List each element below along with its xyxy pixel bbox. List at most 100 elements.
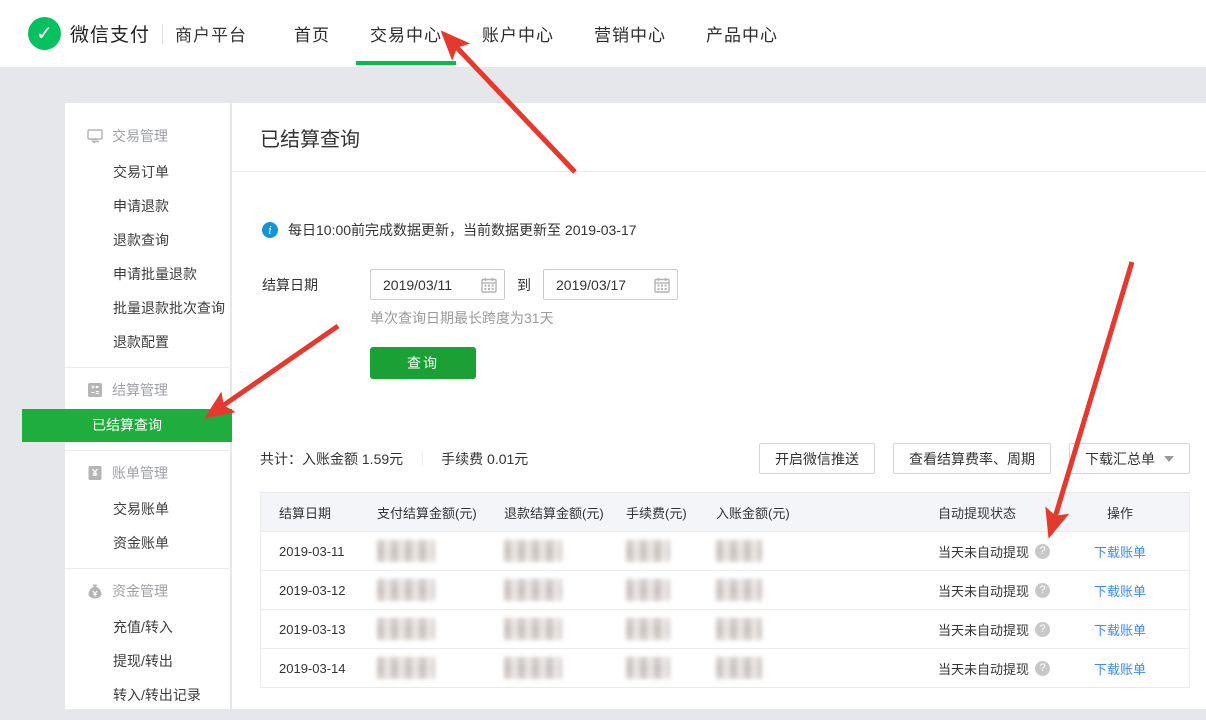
redacted-value — [626, 618, 670, 640]
masked-amount-cell — [504, 657, 626, 679]
settlement-date-cell: 2019-03-11 — [261, 544, 377, 559]
summary-prefix: 共计： — [260, 449, 302, 469]
to-label: 到 — [517, 275, 531, 295]
column-header: 入账金额(元) — [716, 503, 926, 522]
action-cell: 下载账单 — [1051, 542, 1189, 561]
settlement-icon — [87, 382, 103, 398]
action-button-label: 查看结算费率、周期 — [909, 449, 1035, 469]
column-header: 手续费(元) — [626, 503, 716, 522]
help-icon[interactable]: ? — [1035, 544, 1050, 559]
redacted-value — [626, 579, 670, 601]
download-summary-button[interactable]: 下载汇总单 — [1069, 443, 1190, 474]
table-row: 2019-03-13当天未自动提现?下载账单 — [261, 609, 1189, 648]
nav-item-marketing-center[interactable]: 营销中心 — [580, 0, 680, 67]
sidebar: 交易管理交易订单申请退款退款查询申请批量退款批量退款批次查询退款配置结算管理已结… — [65, 103, 230, 709]
sidebar-item-apply-refund[interactable]: 申请退款 — [65, 189, 230, 223]
info-icon: i — [262, 222, 278, 238]
download-bill-link[interactable]: 下载账单 — [1094, 581, 1146, 600]
masked-amount-cell — [716, 618, 926, 640]
date-from-field[interactable] — [370, 269, 505, 300]
title-row: 已结算查询 — [232, 103, 1206, 172]
page-title: 已结算查询 — [260, 123, 360, 152]
sidebar-group-header: 资金管理 — [65, 572, 230, 610]
sidebar-item-transaction-orders[interactable]: 交易订单 — [65, 155, 230, 189]
sidebar-item-recharge-transfer-in[interactable]: 充值/转入 — [65, 610, 230, 644]
sidebar-item-settled-query[interactable]: 已结算查询 — [22, 409, 232, 442]
help-icon[interactable]: ? — [1035, 661, 1050, 676]
logo-divider — [162, 24, 163, 44]
main-panel: 已结算查询 i 每日10:00前完成数据更新，当前数据更新至 2019-03-1… — [232, 103, 1206, 709]
settled-table: 结算日期支付结算金额(元)退款结算金额(元)手续费(元)入账金额(元)自动提现状… — [260, 492, 1190, 688]
action-cell: 下载账单 — [1051, 659, 1189, 678]
masked-amount-cell — [716, 657, 926, 679]
settlement-date-cell: 2019-03-14 — [261, 661, 377, 676]
view-settlement-rates-button[interactable]: 查看结算费率、周期 — [893, 443, 1051, 474]
download-bill-link[interactable]: 下载账单 — [1094, 620, 1146, 639]
sidebar-item-transaction-bill[interactable]: 交易账单 — [65, 492, 230, 526]
calendar-icon[interactable] — [481, 277, 497, 293]
masked-amount-cell — [377, 579, 504, 601]
masked-amount-cell — [626, 618, 716, 640]
wechat-pay-logo[interactable]: ✓ 微信支付 商户平台 — [28, 0, 247, 67]
notice-text: 每日10:00前完成数据更新，当前数据更新至 2019-03-17 — [288, 220, 637, 240]
nav-item-home[interactable]: 首页 — [280, 0, 344, 67]
sidebar-group-header: 交易管理 — [65, 117, 230, 155]
redacted-value — [377, 579, 435, 601]
sidebar-item-funds-bill[interactable]: 资金账单 — [65, 526, 230, 560]
help-icon[interactable]: ? — [1035, 583, 1050, 598]
withdraw-status-cell: 当天未自动提现? — [926, 581, 1051, 600]
sidebar-group: 账单管理交易账单资金账单 — [65, 450, 230, 568]
date-from-input[interactable] — [371, 277, 469, 293]
action-button-label: 下载汇总单 — [1085, 449, 1155, 469]
enable-wechat-push-button[interactable]: 开启微信推送 — [759, 443, 875, 474]
action-cell: 下载账单 — [1051, 581, 1189, 600]
masked-amount-cell — [377, 657, 504, 679]
table-row: 2019-03-14当天未自动提现?下载账单 — [261, 648, 1189, 687]
query-button[interactable]: 查询 — [370, 347, 476, 379]
masked-amount-cell — [504, 540, 626, 562]
help-icon[interactable]: ? — [1035, 622, 1050, 637]
sidebar-item-refund-config[interactable]: 退款配置 — [65, 325, 230, 359]
wechat-logo-icon: ✓ — [28, 17, 61, 50]
billing-icon — [87, 465, 103, 481]
nav-item-account-center[interactable]: 账户中心 — [468, 0, 568, 67]
summary-actions: 开启微信推送 查看结算费率、周期 下载汇总单 — [759, 443, 1190, 474]
redacted-value — [377, 657, 435, 679]
date-to-input[interactable] — [544, 277, 642, 293]
column-header: 操作 — [1051, 503, 1189, 522]
sidebar-group: 资金管理充值/转入提现/转出转入/转出记录 — [65, 568, 230, 720]
masked-amount-cell — [377, 540, 504, 562]
settlement-date-filter: 结算日期 到 — [262, 269, 678, 300]
redacted-value — [504, 618, 562, 640]
sidebar-group-label: 结算管理 — [112, 380, 168, 400]
table-row: 2019-03-12当天未自动提现?下载账单 — [261, 570, 1189, 609]
masked-amount-cell — [716, 540, 926, 562]
masked-amount-cell — [504, 618, 626, 640]
sidebar-item-refund-query[interactable]: 退款查询 — [65, 223, 230, 257]
date-to-field[interactable] — [543, 269, 678, 300]
masked-amount-cell — [377, 618, 504, 640]
redacted-value — [716, 579, 762, 601]
column-header: 支付结算金额(元) — [377, 503, 504, 522]
summary-row: 共计： 入账金额 1.59元 ｜ 手续费 0.01元 开启微信推送 查看结算费率、… — [260, 443, 1190, 474]
sidebar-item-batch-refund-query[interactable]: 批量退款批次查询 — [65, 291, 230, 325]
nav-item-product-center[interactable]: 产品中心 — [692, 0, 792, 67]
redacted-value — [504, 579, 562, 601]
withdraw-status-cell: 当天未自动提现? — [926, 620, 1051, 639]
calendar-icon[interactable] — [654, 277, 670, 293]
transactions-icon — [87, 128, 103, 144]
masked-amount-cell — [504, 579, 626, 601]
download-bill-link[interactable]: 下载账单 — [1094, 542, 1146, 561]
sidebar-item-apply-batch-refund[interactable]: 申请批量退款 — [65, 257, 230, 291]
totals-summary: 共计： 入账金额 1.59元 ｜ 手续费 0.01元 — [260, 449, 528, 469]
nav-item-transaction-center[interactable]: 交易中心 — [356, 0, 456, 67]
withdraw-status-text: 当天未自动提现 — [938, 620, 1029, 639]
redacted-value — [626, 657, 670, 679]
redacted-value — [377, 618, 435, 640]
column-header: 自动提现状态 — [926, 503, 1051, 522]
download-bill-link[interactable]: 下载账单 — [1094, 659, 1146, 678]
column-header: 退款结算金额(元) — [504, 503, 626, 522]
date-range-hint: 单次查询日期最长跨度为31天 — [370, 308, 554, 328]
sidebar-item-withdraw-transfer-out[interactable]: 提现/转出 — [65, 644, 230, 678]
sidebar-item-transfer-records[interactable]: 转入/转出记录 — [65, 678, 230, 712]
